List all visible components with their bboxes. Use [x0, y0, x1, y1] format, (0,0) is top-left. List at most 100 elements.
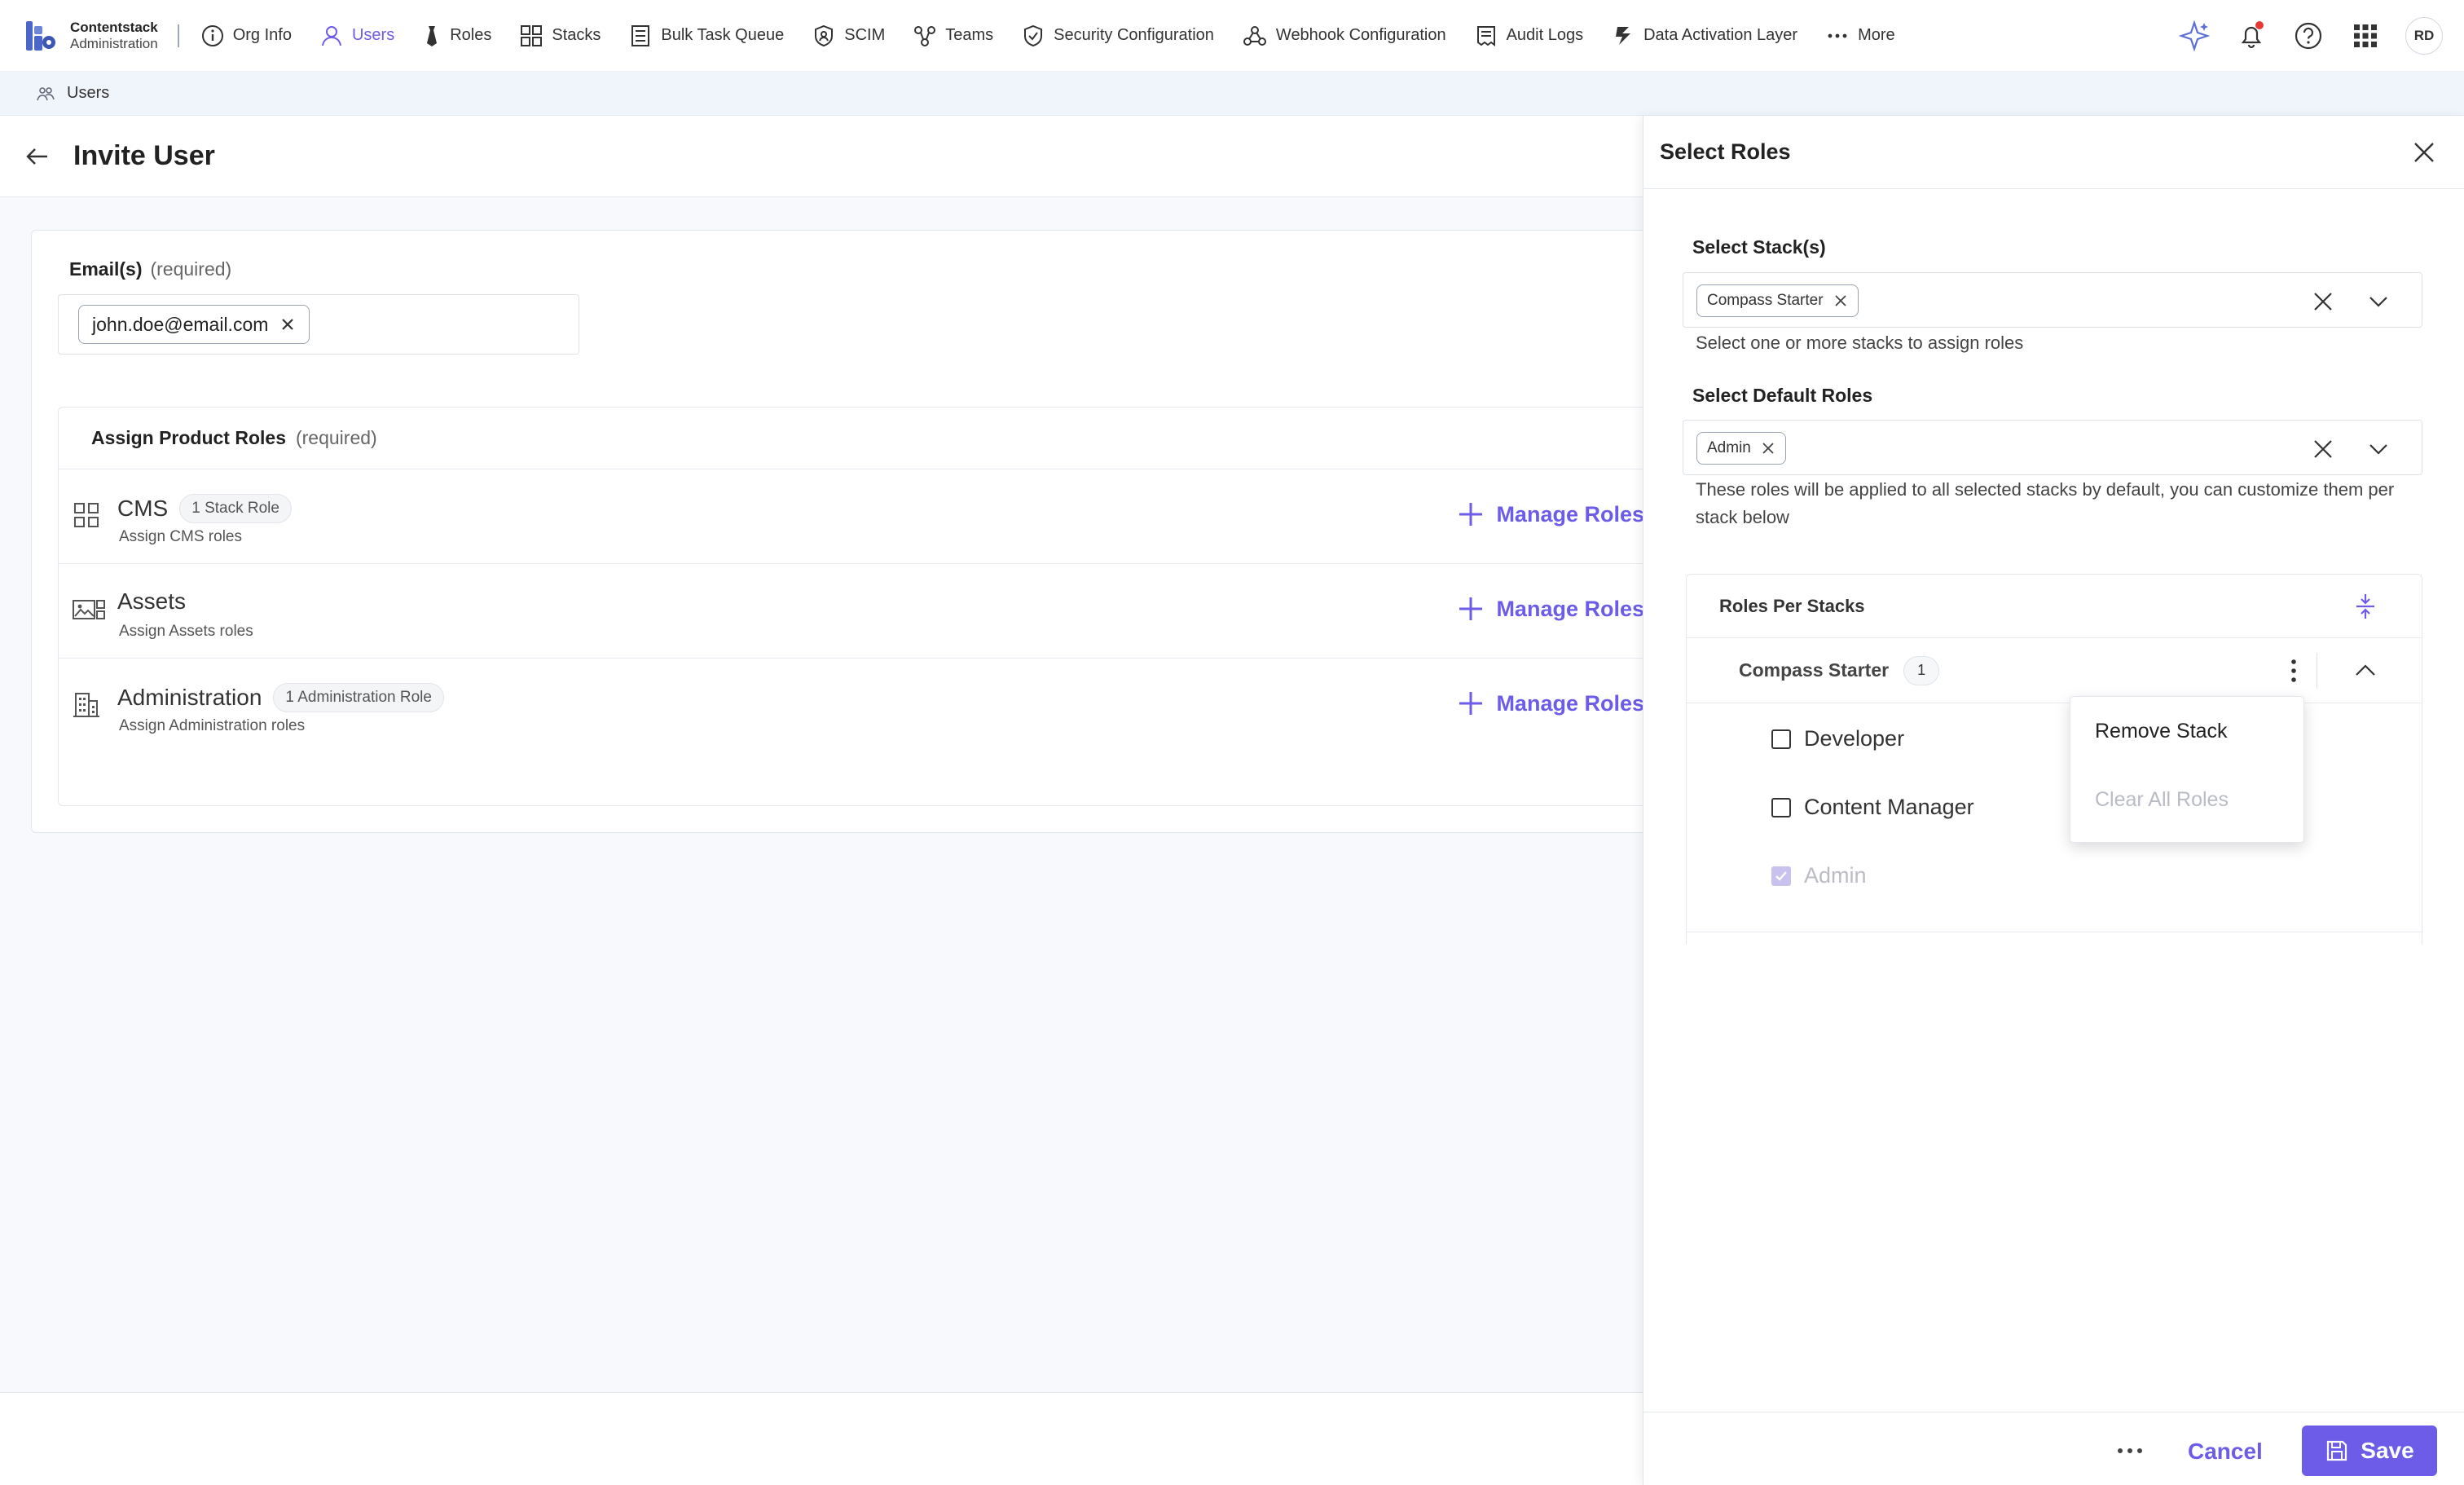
save-label: Save [2361, 1438, 2414, 1463]
select-roles-drawer: Select Roles Select Stack(s) Compass Sta… [1643, 116, 2464, 1485]
shield-user-icon [815, 24, 834, 46]
nav-item-users[interactable]: Users [319, 0, 394, 72]
nav-label: Stacks [552, 26, 601, 44]
avatar[interactable]: RD [2405, 17, 2443, 55]
chevron-down-icon[interactable] [2368, 293, 2389, 311]
notifications-button[interactable] [2223, 0, 2280, 72]
manage-roles-label: Manage Roles [1496, 501, 1644, 527]
help-icon [2295, 22, 2322, 50]
required-text: (required) [150, 258, 232, 280]
checkbox-checked-disabled [1771, 866, 1791, 886]
role-option-content-manager[interactable]: Content Manager [1771, 795, 1974, 820]
data-activation-icon [1616, 26, 1631, 45]
stack-chip-text: Compass Starter [1707, 292, 1824, 309]
clear-icon[interactable] [2312, 291, 2334, 312]
nav-item-data-activation-layer[interactable]: Data Activation Layer [1611, 0, 1797, 72]
tie-icon [427, 25, 438, 46]
emails-label: Email(s) (required) [69, 258, 231, 280]
brand-subtitle: Administration [70, 35, 158, 51]
product-name: Assets [117, 588, 186, 615]
default-roles-select[interactable]: Admin [1683, 420, 2422, 475]
checkbox[interactable] [1771, 797, 1791, 817]
manage-roles-button-assets[interactable]: Manage Roles [1457, 595, 1644, 623]
chevron-down-icon[interactable] [2368, 440, 2389, 458]
role-option-developer[interactable]: Developer [1771, 726, 1904, 751]
more-horizontal-icon[interactable] [2116, 1447, 2144, 1455]
nav-label: Teams [945, 26, 994, 44]
nav-item-stacks[interactable]: Stacks [519, 0, 601, 72]
nav-item-more[interactable]: More [1825, 0, 1895, 72]
role-option-label: Content Manager [1804, 795, 1974, 819]
brand-divider [177, 24, 179, 47]
manage-roles-label: Manage Roles [1496, 596, 1644, 621]
menu-item-clear-all-roles: Clear All Roles [2095, 787, 2229, 811]
clear-icon[interactable] [2312, 438, 2334, 460]
notification-dot [2255, 21, 2264, 29]
top-navigation: Contentstack Administration Org Info Use… [0, 0, 2464, 72]
stack-row[interactable]: Compass Starter 1 [1687, 638, 2422, 703]
cms-grid-icon [74, 503, 99, 527]
email-input[interactable]: john.doe@email.com [58, 294, 579, 355]
nav-label: Roles [450, 26, 492, 44]
nav-item-audit-logs[interactable]: Audit Logs [1474, 0, 1583, 72]
nav-label: Users [351, 26, 395, 44]
cancel-button[interactable]: Cancel [2188, 1427, 2263, 1476]
help-button[interactable] [2280, 0, 2337, 72]
email-chip[interactable]: john.doe@email.com [78, 305, 310, 344]
nav-item-org-info[interactable]: Org Info [200, 0, 292, 72]
nav-label: Webhook Configuration [1275, 26, 1446, 44]
close-icon[interactable] [1833, 293, 1848, 308]
stack-context-menu: Remove Stack Clear All Roles [2070, 696, 2304, 843]
nav-item-bulk-task-queue[interactable]: Bulk Task Queue [628, 0, 784, 72]
audit-log-icon [1476, 25, 1495, 46]
role-chip-text: Admin [1707, 439, 1751, 456]
product-subtitle: Assign CMS roles [119, 528, 242, 545]
teams-icon [914, 25, 936, 46]
manage-roles-label: Manage Roles [1496, 690, 1644, 716]
nav-label: Bulk Task Queue [661, 26, 785, 44]
close-icon[interactable] [1761, 441, 1775, 456]
nav-label: SCIM [844, 26, 886, 44]
drawer-header: Select Roles [1643, 116, 2464, 189]
menu-item-remove-stack[interactable]: Remove Stack [2070, 697, 2303, 765]
page-header: Invite User [0, 116, 1643, 197]
default-roles-help-text: These roles will be applied to all selec… [1696, 479, 2395, 527]
stacks-select[interactable]: Compass Starter [1683, 272, 2422, 328]
save-button[interactable]: Save [2302, 1426, 2437, 1476]
stack-name: Compass Starter [1739, 659, 1890, 681]
kebab-menu-icon[interactable] [2288, 654, 2299, 687]
manage-roles-button-administration[interactable]: Manage Roles [1457, 690, 1644, 717]
app-switcher-button[interactable] [2337, 0, 2394, 72]
ai-assistant-button[interactable] [2166, 0, 2223, 72]
role-count-badge: 1 [1903, 655, 1940, 685]
drawer-title: Select Roles [1660, 139, 1791, 164]
product-row-assets: Assets Assign Assets roles Manage Roles [59, 564, 1644, 659]
check-icon [1775, 870, 1787, 881]
product-row-cms: CMS 1 Stack Role Assign CMS roles Manage … [59, 469, 1644, 564]
chevron-up-icon[interactable] [2353, 658, 2378, 682]
default-roles-label: Select Default Roles [1692, 385, 1873, 406]
save-icon [2327, 1440, 2347, 1461]
breadcrumb-users[interactable]: Users [67, 84, 109, 103]
collapse-all-icon[interactable] [2353, 593, 2378, 620]
back-arrow-icon[interactable] [23, 142, 52, 171]
nav-item-webhook-configuration[interactable]: Webhook Configuration [1242, 0, 1446, 72]
nav-item-roles[interactable]: Roles [422, 0, 491, 72]
stack-chip[interactable]: Compass Starter [1696, 284, 1859, 317]
nav-item-scim[interactable]: SCIM [812, 0, 885, 72]
nav-label: More [1858, 26, 1895, 44]
assign-product-roles-header: Assign Product Roles (required) [59, 408, 1643, 469]
role-chip[interactable]: Admin [1696, 432, 1786, 465]
nav-item-teams[interactable]: Teams [913, 0, 993, 72]
shield-check-icon [1024, 24, 1043, 46]
close-icon[interactable] [279, 316, 296, 333]
manage-roles-button-cms[interactable]: Manage Roles [1457, 500, 1644, 528]
invite-form-card: Email(s) (required) john.doe@email.com As… [31, 230, 1644, 833]
nav-label: Security Configuration [1054, 26, 1214, 44]
close-icon[interactable] [2409, 137, 2440, 168]
assets-image-icon [73, 600, 105, 619]
product-subtitle: Assign Assets roles [119, 623, 253, 640]
nav-item-security-configuration[interactable]: Security Configuration [1021, 0, 1214, 72]
brand[interactable]: Contentstack Administration [23, 0, 158, 72]
checkbox[interactable] [1771, 729, 1791, 749]
